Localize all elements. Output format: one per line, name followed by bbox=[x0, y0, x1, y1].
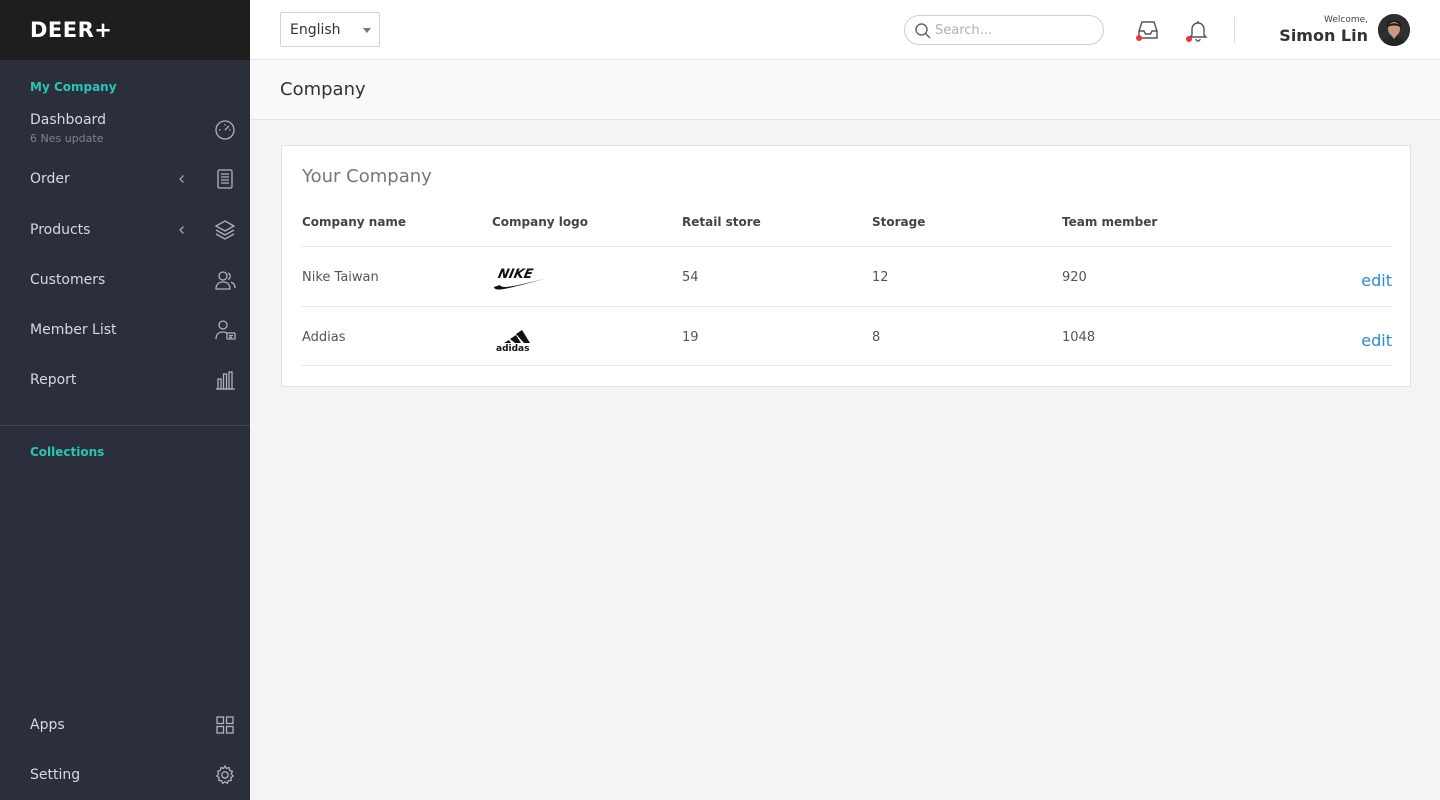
table-row: Nike Taiwan NIKE 54 12 920 edit bbox=[302, 246, 1392, 306]
sidebar-item-member-list[interactable]: Member List bbox=[0, 310, 250, 350]
edit-link[interactable]: edit bbox=[1361, 331, 1392, 350]
layers-icon bbox=[214, 220, 236, 240]
brand-logo[interactable]: DEER+ bbox=[0, 0, 250, 60]
storage-cell: 8 bbox=[872, 330, 881, 345]
sidebar-item-label: Customers bbox=[30, 272, 106, 288]
sidebar-item-label: Order bbox=[30, 171, 70, 187]
sidebar-item-label: Products bbox=[30, 222, 91, 238]
search-input[interactable] bbox=[935, 20, 1095, 40]
topbar-divider bbox=[1234, 17, 1235, 43]
brand-name: DEER+ bbox=[30, 18, 113, 42]
document-icon bbox=[217, 169, 233, 189]
caret-down-icon bbox=[363, 28, 371, 33]
team-member-cell: 1048 bbox=[1062, 330, 1096, 345]
company-name-cell: Addias bbox=[302, 330, 346, 345]
sidebar-item-label: Setting bbox=[30, 767, 81, 783]
edit-link[interactable]: edit bbox=[1361, 271, 1392, 290]
page-header: Company bbox=[250, 60, 1440, 120]
nike-logo: NIKE bbox=[494, 267, 547, 290]
team-member-cell: 920 bbox=[1062, 270, 1087, 285]
sidebar-item-order[interactable]: Order bbox=[0, 159, 250, 199]
language-select[interactable]: English bbox=[280, 12, 380, 47]
sidebar-item-dashboard[interactable]: Dashboard 6 Nes update bbox=[0, 110, 250, 150]
column-header-team-member: Team member bbox=[1062, 215, 1158, 229]
gear-icon bbox=[215, 764, 235, 785]
user-name[interactable]: Simon Lin bbox=[1279, 26, 1368, 45]
company-name-cell: Nike Taiwan bbox=[302, 270, 379, 285]
adidas-logo: adidas bbox=[496, 330, 530, 353]
card-title: Your Company bbox=[302, 166, 432, 187]
user-avatar-icon bbox=[1378, 14, 1410, 46]
speedometer-icon bbox=[215, 120, 235, 140]
sidebar-item-label: Dashboard bbox=[30, 112, 106, 128]
inbox-notification-dot bbox=[1136, 35, 1142, 41]
sidebar-item-subtitle: 6 Nes update bbox=[30, 132, 104, 145]
sidebar-item-label: Report bbox=[30, 372, 77, 388]
bar-chart-icon bbox=[216, 371, 235, 390]
bell-notification-dot bbox=[1186, 36, 1192, 42]
search-box[interactable] bbox=[904, 15, 1104, 45]
sidebar: DEER+ My Company Dashboard 6 Nes update … bbox=[0, 0, 250, 800]
table-row: Addias adidas 19 8 1048 edit bbox=[302, 306, 1392, 366]
welcome-text: Welcome, bbox=[1323, 15, 1368, 25]
grid-icon bbox=[216, 716, 234, 734]
chevron-left-icon bbox=[179, 226, 184, 234]
adidas-logo-text: adidas bbox=[496, 344, 529, 353]
company-card: Your Company Company name Company logo R… bbox=[281, 145, 1411, 387]
storage-cell: 12 bbox=[872, 270, 889, 285]
column-header-company-logo: Company logo bbox=[492, 215, 588, 229]
sidebar-divider bbox=[0, 425, 250, 426]
top-bar: English Welcome, Simon Lin bbox=[250, 0, 1440, 60]
sidebar-item-report[interactable]: Report bbox=[0, 360, 250, 400]
svg-text:NIKE: NIKE bbox=[497, 267, 535, 282]
search-icon bbox=[915, 23, 931, 39]
sidebar-item-label: Apps bbox=[30, 717, 65, 733]
sidebar-item-products[interactable]: Products bbox=[0, 210, 250, 250]
chevron-left-icon bbox=[179, 175, 184, 183]
avatar[interactable] bbox=[1378, 14, 1410, 46]
retail-store-cell: 54 bbox=[682, 270, 699, 285]
language-select-value: English bbox=[290, 21, 341, 38]
column-header-storage: Storage bbox=[872, 215, 926, 229]
sidebar-item-setting[interactable]: Setting bbox=[0, 755, 250, 795]
sidebar-item-apps[interactable]: Apps bbox=[0, 705, 250, 745]
sidebar-item-customers[interactable]: Customers bbox=[0, 260, 250, 300]
user-card-icon bbox=[215, 320, 236, 340]
retail-store-cell: 19 bbox=[682, 330, 699, 345]
section-title-collections: Collections bbox=[30, 445, 105, 459]
section-title-my-company: My Company bbox=[30, 80, 117, 94]
sidebar-item-label: Member List bbox=[30, 322, 117, 338]
users-icon bbox=[215, 271, 236, 290]
column-header-company-name: Company name bbox=[302, 215, 407, 229]
page-title: Company bbox=[280, 79, 366, 100]
column-header-retail-store: Retail store bbox=[682, 215, 761, 229]
